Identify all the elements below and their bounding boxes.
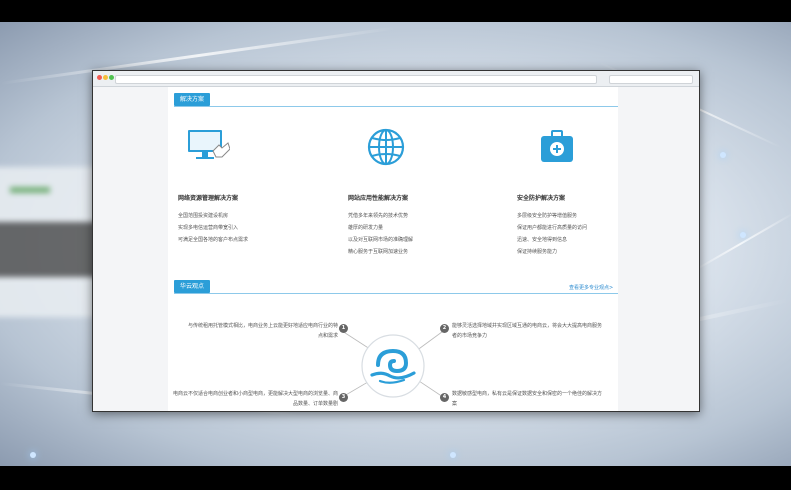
- viewpoint-number-1: 1: [339, 324, 348, 333]
- viewpoint-text-2: 能够灵活选择地域并实现区域互通的电商云，将会大大提高电商服务者的市场竞争力: [452, 323, 603, 339]
- solution-line: 实现多电信运营商带宽引入: [178, 225, 239, 231]
- solution-line: 保证持续服务能力: [517, 249, 558, 255]
- solution-security[interactable]: 安全防护解决方案 多层级安全防护等增值服务 保证用户都能进行高质量的访问 迅速、…: [517, 127, 647, 258]
- solutions-section-tab: 解决方案: [174, 93, 211, 106]
- medical-kit-icon: [541, 130, 573, 162]
- huayun-logo-icon: [361, 334, 425, 398]
- minimize-window-button[interactable]: [103, 75, 108, 80]
- solution-line: 以及对互联网市场的准确理解: [348, 237, 414, 243]
- solution-line: 多层级安全防护等增值服务: [517, 213, 578, 219]
- viewpoints-section-tab: 华云观点: [174, 280, 211, 293]
- browser-toolbar: [93, 71, 699, 87]
- viewpoint-number-3: 3: [339, 393, 348, 402]
- letterbox-bottom: [0, 466, 791, 490]
- solution-title: 网站应用性能解决方案: [348, 195, 409, 202]
- solution-website-performance[interactable]: 网站应用性能解决方案 凭借多年来领先的技术优势 雄厚的研发力量 以及对互联网市场…: [348, 127, 478, 258]
- solution-title: 安全防护解决方案: [517, 195, 566, 202]
- close-window-button[interactable]: [97, 75, 102, 80]
- solution-title: 网络资源管理解决方案: [178, 195, 239, 202]
- globe-icon: [367, 128, 405, 166]
- viewpoint-number-2: 2: [440, 324, 449, 333]
- viewpoint-text-3: 电商云不仅适合电商创业者和小商型电商，更能解决大型电商的浏览量、商品数量、订单数…: [172, 391, 338, 407]
- address-bar[interactable]: [115, 75, 597, 84]
- solution-line: 保证用户都能进行高质量的访问: [517, 225, 588, 231]
- more-viewpoints-link[interactable]: 查看更多专业观点>: [569, 284, 613, 291]
- solution-line: 全国范围投资建设机房: [178, 213, 229, 219]
- solution-line: 精心服务于互联网加速业务: [348, 249, 409, 255]
- viewpoint-text-1: 与传统租用托管模式相比，电商业务上云能更好地适应电商行业的特点和需求: [188, 323, 339, 339]
- viewpoint-text-4: 数据敏感型电商，私有云是保证数据安全和保密的一个绝佳的解决方案: [452, 391, 603, 407]
- browser-search-box[interactable]: [609, 75, 693, 84]
- solution-line: 迅速、安全地得到信息: [517, 237, 568, 243]
- browser-window: 解决方案 网络资源管理解决方案 全国范围投资建设机房 实现多电信运营商带宽引入 …: [92, 70, 700, 412]
- solution-line: 雄厚的研发力量: [348, 225, 384, 231]
- letterbox-top: [0, 0, 791, 22]
- solution-line: 凭借多年来领先的技术优势: [348, 213, 409, 219]
- solution-line: 可满足全国各地的客户布点需求: [178, 237, 249, 243]
- monitor-hand-icon: [188, 130, 231, 159]
- maximize-window-button[interactable]: [109, 75, 114, 80]
- page-content: 解决方案 网络资源管理解决方案 全国范围投资建设机房 实现多电信运营商带宽引入 …: [168, 87, 618, 411]
- viewpoint-number-4: 4: [440, 393, 449, 402]
- page-viewport: 解决方案 网络资源管理解决方案 全国范围投资建设机房 实现多电信运营商带宽引入 …: [93, 87, 699, 411]
- solutions-divider: [174, 106, 618, 107]
- solution-network-resource[interactable]: 网络资源管理解决方案 全国范围投资建设机房 实现多电信运营商带宽引入 可满足全国…: [178, 127, 308, 246]
